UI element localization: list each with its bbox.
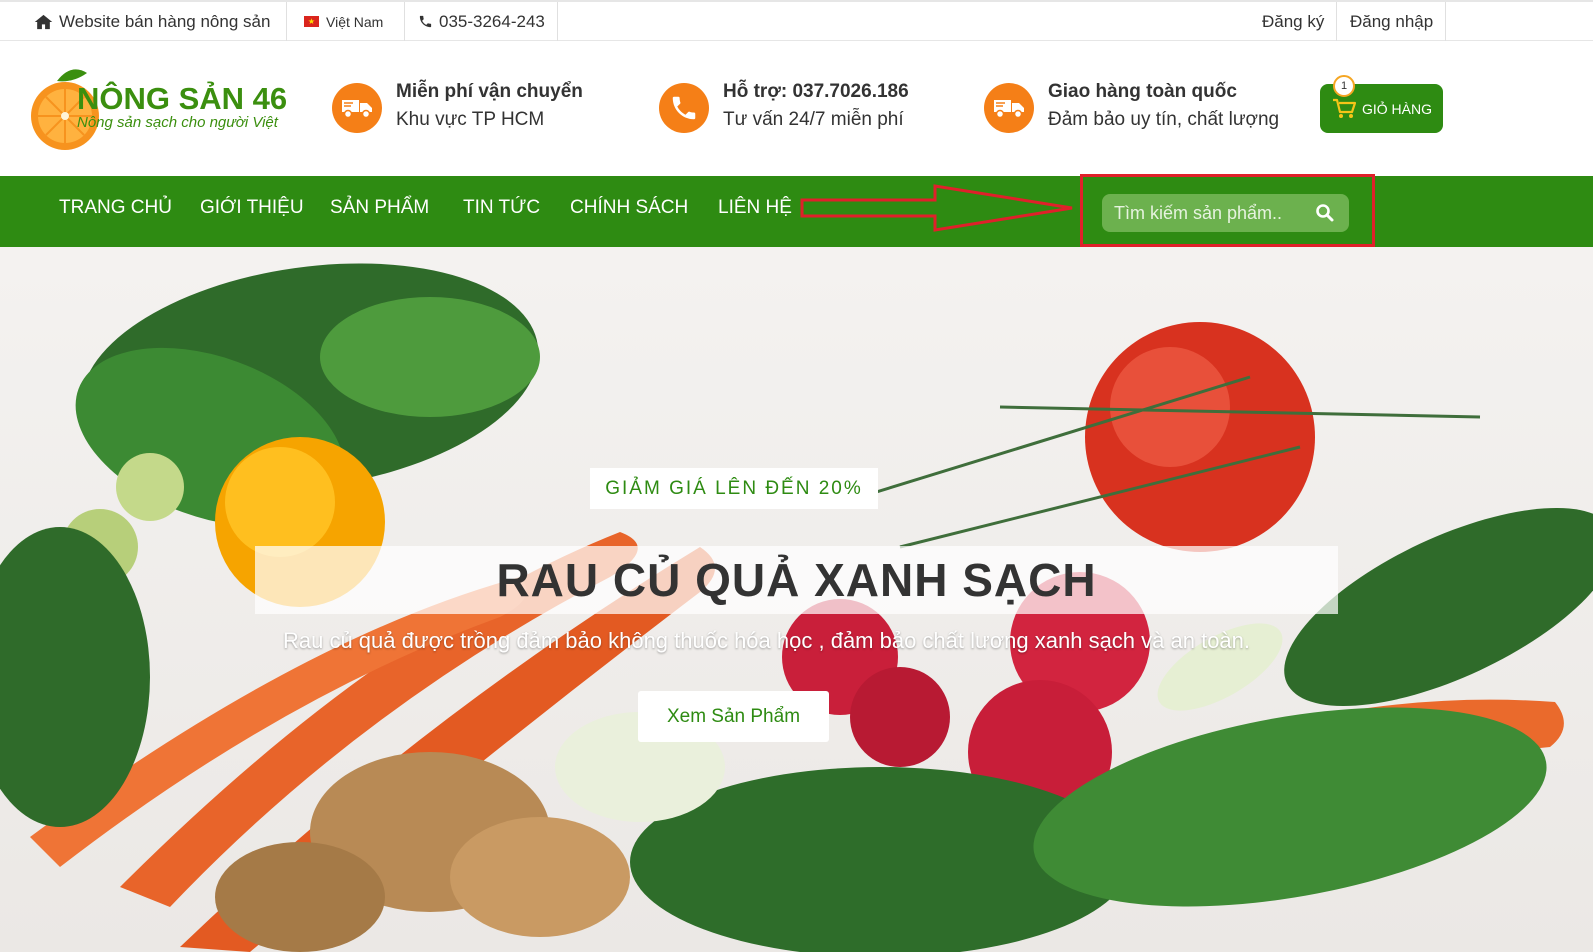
hero-subtitle: Rau củ quả được trồng đảm bảo không thuố… [282,628,1251,653]
hero-title: RAU CỦ QUẢ XANH SẠCH [496,554,1097,606]
feature-title: Hỗ trợ: 037.7026.186 [723,81,909,102]
cart-label: GIỎ HÀNG [1362,100,1433,117]
nav-item-contact[interactable]: LIÊN HỆ [718,176,792,240]
feature-subtitle: Đảm bảo uy tín, chất lượng [1048,109,1280,130]
nav-item-products[interactable]: SẢN PHẨM [330,176,429,240]
language-label: Việt Nam [326,13,384,30]
feature-title: Miễn phí vận chuyển [396,81,583,102]
nav-item-news[interactable]: TIN TỨC [463,176,540,240]
hotline-number: 035-3264-243 [439,11,545,31]
hero-title-band: RAU CỦ QUẢ XANH SẠCH [255,546,1338,614]
view-products-button[interactable]: Xem Sản Phẩm [638,691,829,742]
main-navigation: TRANG CHỦ GIỚI THIỆU SẢN PHẨM TIN TỨC CH… [0,174,1593,247]
home-icon [34,14,53,29]
login-link[interactable]: Đăng nhập [1350,2,1433,41]
nav-item-about[interactable]: GIỚI THIỆU [200,176,304,240]
annotation-arrow [800,184,1073,232]
site-label-text: Website bán hàng nông sản [59,11,271,31]
logo-title: NÔNG SẢN 46 [77,81,288,116]
login-label: Đăng nhập [1350,11,1434,31]
shopping-cart-icon [1333,98,1356,118]
truck-icon [984,83,1034,133]
feature-subtitle: Khu vực TP HCM [396,109,545,130]
logo-tagline: Nông sản sạch cho người Việt [77,114,278,131]
phone-icon [659,83,709,133]
hero-banner: GIẢM GIÁ LÊN ĐẾN 20% RAU CỦ QUẢ XANH SẠC… [0,247,1593,952]
site-label: Website bán hàng nông sản [34,2,270,41]
top-bar: Website bán hàng nông sản ★ Việt Nam 035… [0,0,1593,41]
feature-title: Giao hàng toàn quốc [1048,81,1237,102]
nav-item-home[interactable]: TRANG CHỦ [59,176,172,240]
feature-subtitle: Tư vấn 24/7 miễn phí [723,109,904,130]
register-link[interactable]: Đăng ký [1262,2,1324,41]
search-input[interactable] [1114,202,1314,224]
phone-icon [419,15,432,28]
nav-item-policy[interactable]: CHÍNH SÁCH [570,176,688,240]
header: NÔNG SẢN 46 Nông sản sạch cho người Việt… [0,41,1593,176]
site-logo[interactable]: NÔNG SẢN 46 Nông sản sạch cho người Việt [27,61,297,161]
search-box [1102,194,1349,232]
register-label: Đăng ký [1262,11,1325,31]
search-icon[interactable] [1315,203,1335,223]
language-selector[interactable]: ★ Việt Nam [304,2,383,41]
cart-count-badge: 1 [1333,75,1355,97]
vietnam-flag-icon: ★ [304,16,319,27]
truck-icon [332,83,382,133]
cart-button[interactable]: 1 GIỎ HÀNG [1320,75,1443,133]
hotline[interactable]: 035-3264-243 [418,2,545,41]
discount-badge: GIẢM GIÁ LÊN ĐẾN 20% [590,468,878,509]
